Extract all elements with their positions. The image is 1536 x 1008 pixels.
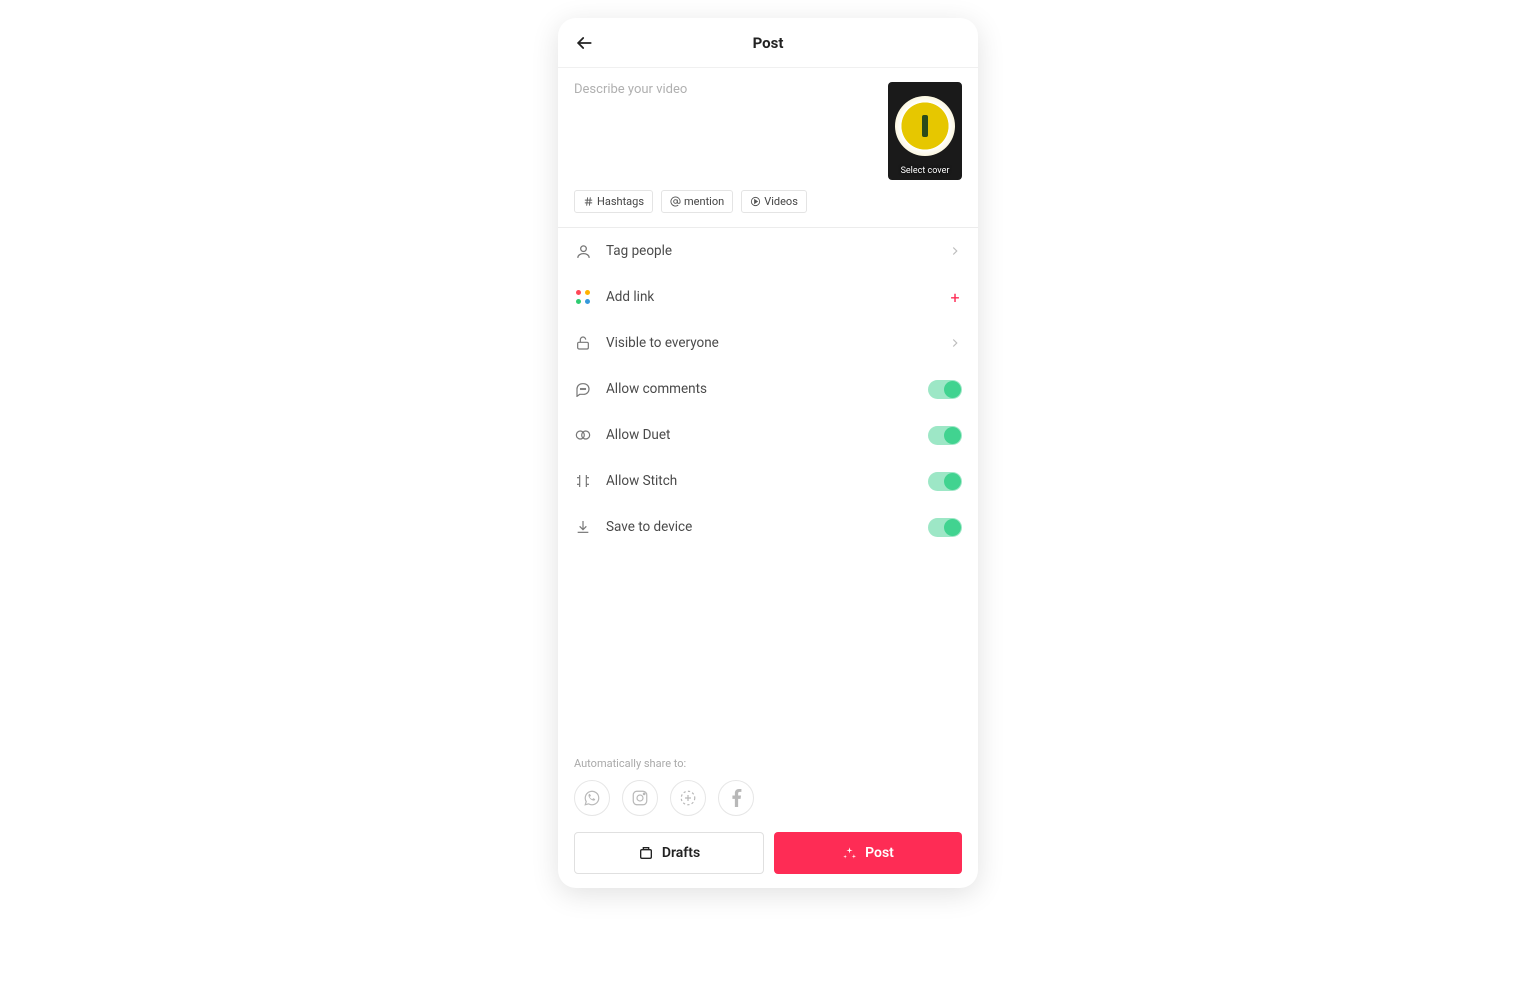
drafts-button-label: Drafts [662, 845, 700, 861]
phone-frame: Post Select cover Hashtags mention [558, 18, 978, 888]
drafts-icon [638, 845, 654, 861]
tag-people-label: Tag people [606, 243, 934, 259]
apps-icon [576, 290, 590, 304]
comment-icon [575, 381, 591, 397]
back-button[interactable] [566, 25, 602, 61]
share-row [574, 780, 962, 816]
caption-input[interactable] [574, 82, 876, 172]
save-device-toggle[interactable] [928, 518, 962, 537]
tag-people-row[interactable]: Tag people [574, 228, 962, 274]
allow-comments-toggle[interactable] [928, 380, 962, 399]
button-row: Drafts Post [574, 832, 962, 874]
page-title: Post [753, 34, 784, 52]
header: Post [558, 18, 978, 68]
add-link-row[interactable]: Add link + [574, 274, 962, 320]
videos-chip[interactable]: Videos [741, 190, 807, 213]
videos-chip-label: Videos [764, 195, 798, 208]
allow-stitch-row: Allow Stitch [574, 458, 962, 504]
whatsapp-icon [583, 789, 601, 807]
share-story-button[interactable] [670, 780, 706, 816]
instagram-icon [631, 789, 649, 807]
unlock-icon [575, 335, 591, 351]
allow-stitch-toggle[interactable] [928, 472, 962, 491]
footer: Automatically share to: Drafts Post [558, 747, 978, 888]
drafts-button[interactable]: Drafts [574, 832, 764, 874]
chevron-right-icon [948, 336, 962, 350]
share-instagram-button[interactable] [622, 780, 658, 816]
options-list: Tag people Add link + Visible to everyon… [574, 228, 962, 550]
save-device-label: Save to device [606, 519, 914, 535]
hashtags-chip-label: Hashtags [597, 195, 644, 208]
save-device-row: Save to device [574, 504, 962, 550]
add-story-icon [679, 789, 697, 807]
post-button-label: Post [865, 845, 894, 861]
play-circle-icon [750, 196, 761, 207]
allow-duet-label: Allow Duet [606, 427, 914, 443]
visibility-row[interactable]: Visible to everyone [574, 320, 962, 366]
share-whatsapp-button[interactable] [574, 780, 610, 816]
allow-comments-row: Allow comments [574, 366, 962, 412]
hashtags-chip[interactable]: Hashtags [574, 190, 653, 213]
content-area: Select cover Hashtags mention Videos [558, 68, 978, 747]
mention-chip-label: mention [684, 195, 724, 208]
plus-icon: + [948, 288, 962, 307]
duet-icon [574, 427, 592, 443]
caption-row: Select cover [574, 82, 962, 180]
cover-thumbnail [895, 96, 955, 156]
spacer [574, 550, 962, 747]
allow-duet-row: Allow Duet [574, 412, 962, 458]
chevron-right-icon [948, 244, 962, 258]
add-link-label: Add link [606, 289, 934, 305]
visibility-label: Visible to everyone [606, 335, 934, 351]
cover-garnish-icon [922, 115, 928, 137]
mention-chip[interactable]: mention [661, 190, 733, 213]
stitch-icon [575, 473, 591, 489]
arrow-left-icon [574, 33, 594, 53]
share-label: Automatically share to: [574, 757, 962, 770]
at-icon [670, 196, 681, 207]
cover-label: Select cover [888, 166, 962, 176]
hash-icon [583, 196, 594, 207]
person-icon [575, 243, 592, 260]
sparkle-icon [842, 846, 857, 861]
share-facebook-button[interactable] [718, 780, 754, 816]
facebook-icon [731, 789, 742, 807]
post-button[interactable]: Post [774, 832, 962, 874]
allow-stitch-label: Allow Stitch [606, 473, 914, 489]
allow-duet-toggle[interactable] [928, 426, 962, 445]
select-cover-button[interactable]: Select cover [888, 82, 962, 180]
download-icon [575, 519, 591, 535]
chip-row: Hashtags mention Videos [574, 190, 962, 213]
allow-comments-label: Allow comments [606, 381, 914, 397]
